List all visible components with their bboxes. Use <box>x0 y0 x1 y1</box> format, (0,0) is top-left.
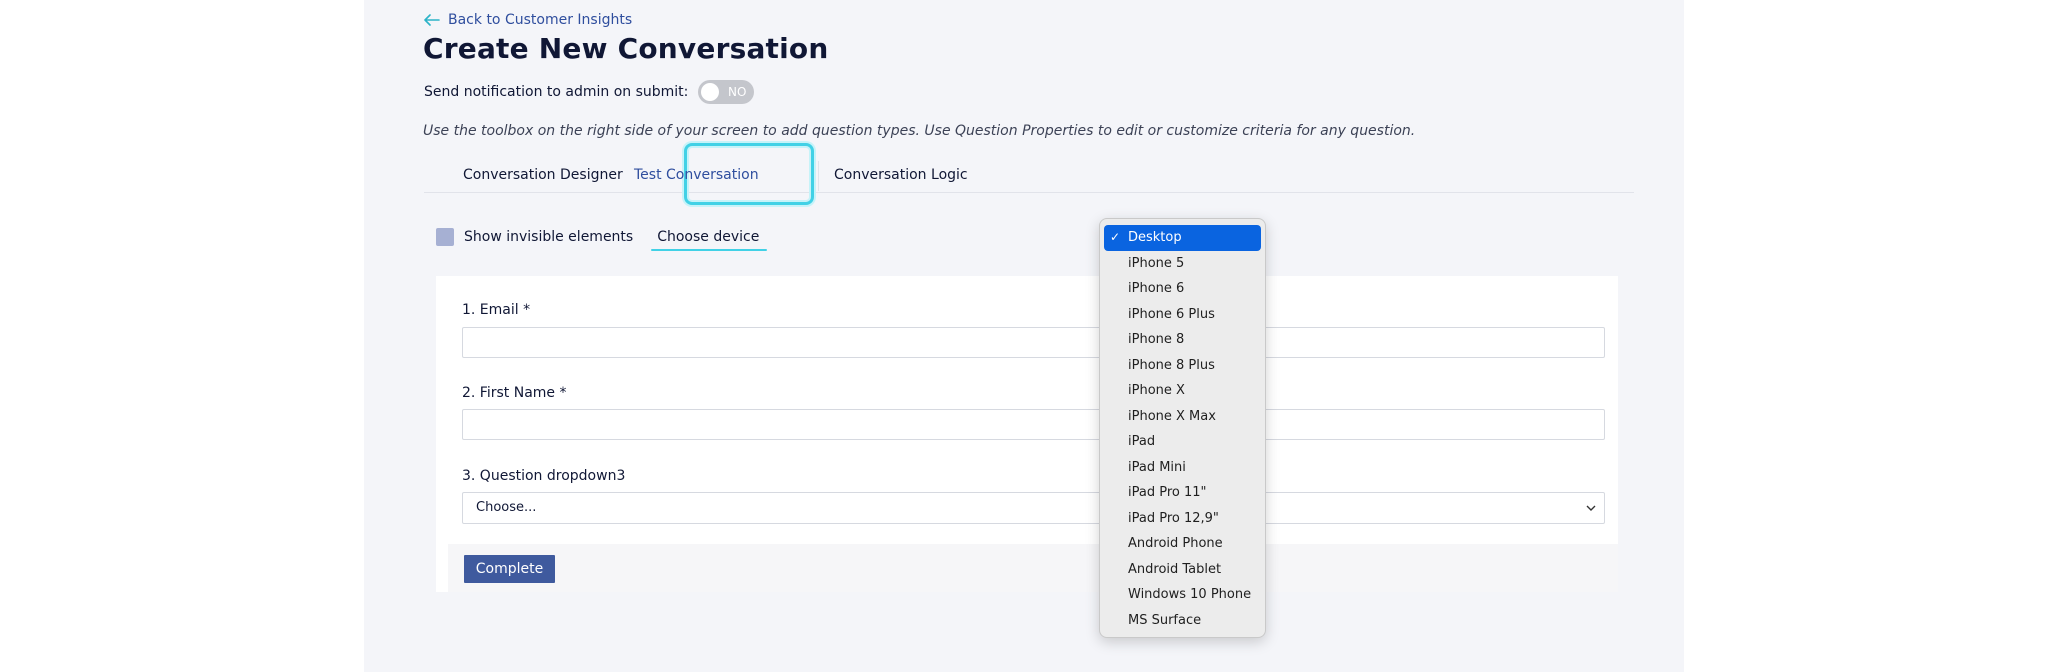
back-link[interactable]: Back to Customer Insights <box>424 12 632 28</box>
form-footer: Complete <box>448 544 1618 592</box>
checkmark-icon: ✓ <box>1110 230 1121 244</box>
complete-button[interactable]: Complete <box>464 555 555 583</box>
page-container: Back to Customer Insights Create New Con… <box>364 0 1684 672</box>
tab-conversation-designer[interactable]: Conversation Designer <box>463 157 623 193</box>
device-option[interactable]: Android Tablet <box>1104 557 1261 583</box>
device-dropdown-menu: ✓ Desktop iPhone 5 iPhone 6 iPhone 6 Plu… <box>1099 218 1266 638</box>
instructions-hint: Use the toolbox on the right side of you… <box>423 123 1416 139</box>
device-option[interactable]: iPhone X Max <box>1104 404 1261 430</box>
arrow-left-icon <box>424 14 440 26</box>
chevron-down-icon <box>1586 505 1596 511</box>
device-option[interactable]: Android Phone <box>1104 531 1261 557</box>
device-option[interactable]: Windows 10 Phone <box>1104 582 1261 608</box>
device-option[interactable]: iPhone 8 <box>1104 327 1261 353</box>
question-label-dropdown: 3. Question dropdown3 <box>462 468 626 484</box>
device-option-label: Desktop <box>1128 230 1182 245</box>
notification-toggle[interactable]: NO <box>698 80 755 104</box>
toggle-text: NO <box>727 85 747 99</box>
choose-device-label[interactable]: Choose device <box>651 229 768 251</box>
show-invisible-checkbox[interactable] <box>436 228 454 246</box>
first-name-input[interactable] <box>462 409 1605 440</box>
page-title: Create New Conversation <box>423 32 829 65</box>
preview-options: Show invisible elements Choose device <box>436 228 768 251</box>
back-link-label[interactable]: Back to Customer Insights <box>448 12 632 28</box>
question-label-first-name: 2. First Name * <box>462 385 567 401</box>
tab-conversation-logic[interactable]: Conversation Logic <box>834 157 968 193</box>
device-option[interactable]: iPad Mini <box>1104 455 1261 481</box>
device-option[interactable]: iPhone 5 <box>1104 251 1261 277</box>
tab-test-conversation[interactable]: Test Conversation <box>634 157 759 193</box>
conversation-form: 1. Email * 2. First Name * 3. Question d… <box>436 276 1618 592</box>
device-option[interactable]: iPad Pro 12,9" <box>1104 506 1261 532</box>
question-dropdown-select[interactable]: Choose... <box>462 492 1605 524</box>
notification-setting: Send notification to admin on submit: NO <box>424 80 755 104</box>
device-option[interactable]: iPhone 8 Plus <box>1104 353 1261 379</box>
show-invisible-label: Show invisible elements <box>464 229 634 245</box>
notification-label: Send notification to admin on submit: <box>424 84 689 100</box>
device-option[interactable]: iPhone 6 <box>1104 276 1261 302</box>
tab-divider <box>818 161 819 191</box>
device-option[interactable]: iPhone 6 Plus <box>1104 302 1261 328</box>
toggle-knob <box>701 83 720 101</box>
question-label-email: 1. Email * <box>462 302 531 318</box>
email-input[interactable] <box>462 327 1605 358</box>
device-option[interactable]: MS Surface <box>1104 608 1261 634</box>
tab-bar: Conversation Designer Test Conversation … <box>424 143 1634 205</box>
device-option[interactable]: iPad Pro 11" <box>1104 480 1261 506</box>
device-option[interactable]: iPad <box>1104 429 1261 455</box>
device-option[interactable]: ✓ Desktop <box>1104 225 1261 251</box>
device-option[interactable]: iPhone X <box>1104 378 1261 404</box>
select-placeholder: Choose... <box>476 500 537 515</box>
